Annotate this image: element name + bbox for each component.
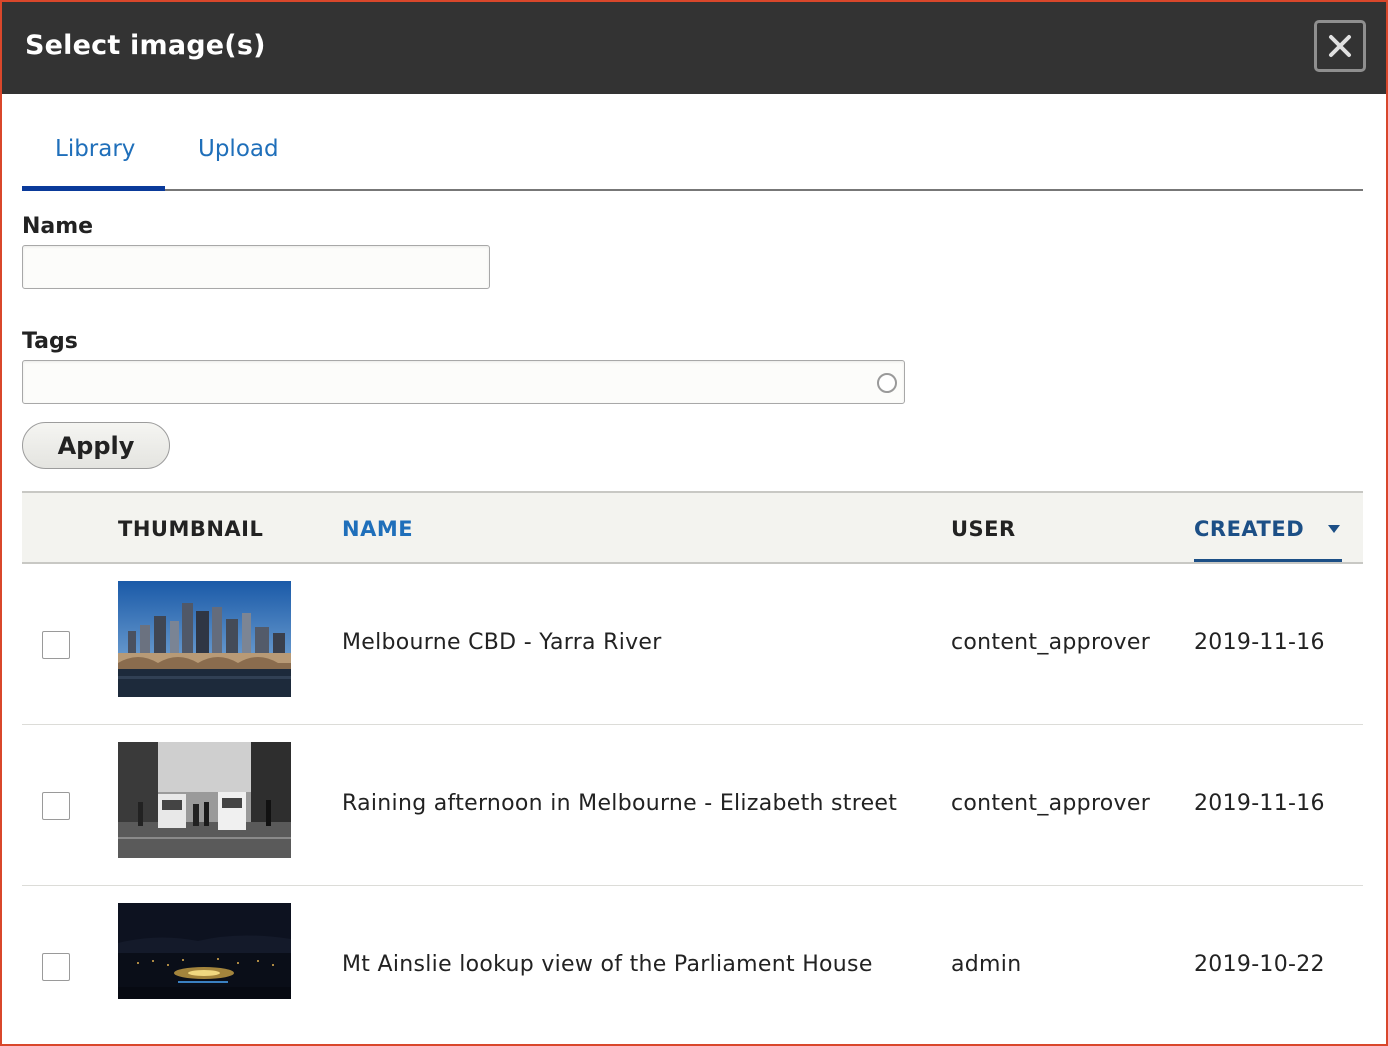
tab-upload[interactable]: Upload: [198, 136, 279, 162]
row-user: content_approver: [951, 630, 1151, 655]
autocomplete-throbber-icon: [877, 373, 897, 393]
tags-filter-label: Tags: [22, 329, 78, 354]
row-select-checkbox[interactable]: [42, 792, 70, 820]
table-row: Mt Ainslie lookup view of the Parliament…: [22, 886, 1363, 1044]
header-created-sort-link[interactable]: CREATED: [1194, 517, 1304, 541]
close-button[interactable]: [1314, 20, 1366, 72]
tab-library[interactable]: Library: [55, 136, 135, 162]
active-sort-indicator: [1194, 559, 1342, 562]
select-images-dialog: Select image(s) Library Upload Name Tags…: [0, 0, 1388, 1046]
dialog-title: Select image(s): [25, 30, 266, 61]
thumbnail-image[interactable]: [118, 903, 291, 999]
header-name-sort-link[interactable]: NAME: [342, 517, 413, 541]
tab-bar: Library Upload: [22, 94, 1363, 191]
table-row: Melbourne CBD - Yarra River content_appr…: [22, 564, 1363, 725]
table-row: Raining afternoon in Melbourne - Elizabe…: [22, 725, 1363, 886]
name-filter-label: Name: [22, 214, 94, 239]
header-thumbnail: THUMBNAIL: [118, 517, 264, 541]
dialog-titlebar: Select image(s): [2, 2, 1386, 94]
row-select-checkbox[interactable]: [42, 953, 70, 981]
media-library-table: THUMBNAIL NAME USER CREATED Melbourne CB…: [22, 491, 1363, 1044]
close-icon: [1329, 35, 1351, 57]
tags-filter-input[interactable]: [22, 360, 905, 404]
header-user: USER: [951, 517, 1016, 541]
table-header: THUMBNAIL NAME USER CREATED: [22, 491, 1363, 564]
row-created: 2019-11-16: [1194, 630, 1325, 655]
thumbnail-image[interactable]: [118, 581, 291, 697]
name-filter-input[interactable]: [22, 245, 490, 289]
row-user: admin: [951, 952, 1022, 977]
active-tab-indicator: [22, 186, 165, 191]
row-created: 2019-10-22: [1194, 952, 1325, 977]
row-created: 2019-11-16: [1194, 791, 1325, 816]
row-name: Melbourne CBD - Yarra River: [342, 630, 662, 655]
row-user: content_approver: [951, 791, 1151, 816]
row-select-checkbox[interactable]: [42, 631, 70, 659]
row-name: Mt Ainslie lookup view of the Parliament…: [342, 952, 873, 977]
sort-descending-icon[interactable]: [1328, 525, 1340, 533]
row-name: Raining afternoon in Melbourne - Elizabe…: [342, 791, 898, 816]
apply-button[interactable]: Apply: [22, 422, 170, 469]
thumbnail-image[interactable]: [118, 742, 291, 858]
